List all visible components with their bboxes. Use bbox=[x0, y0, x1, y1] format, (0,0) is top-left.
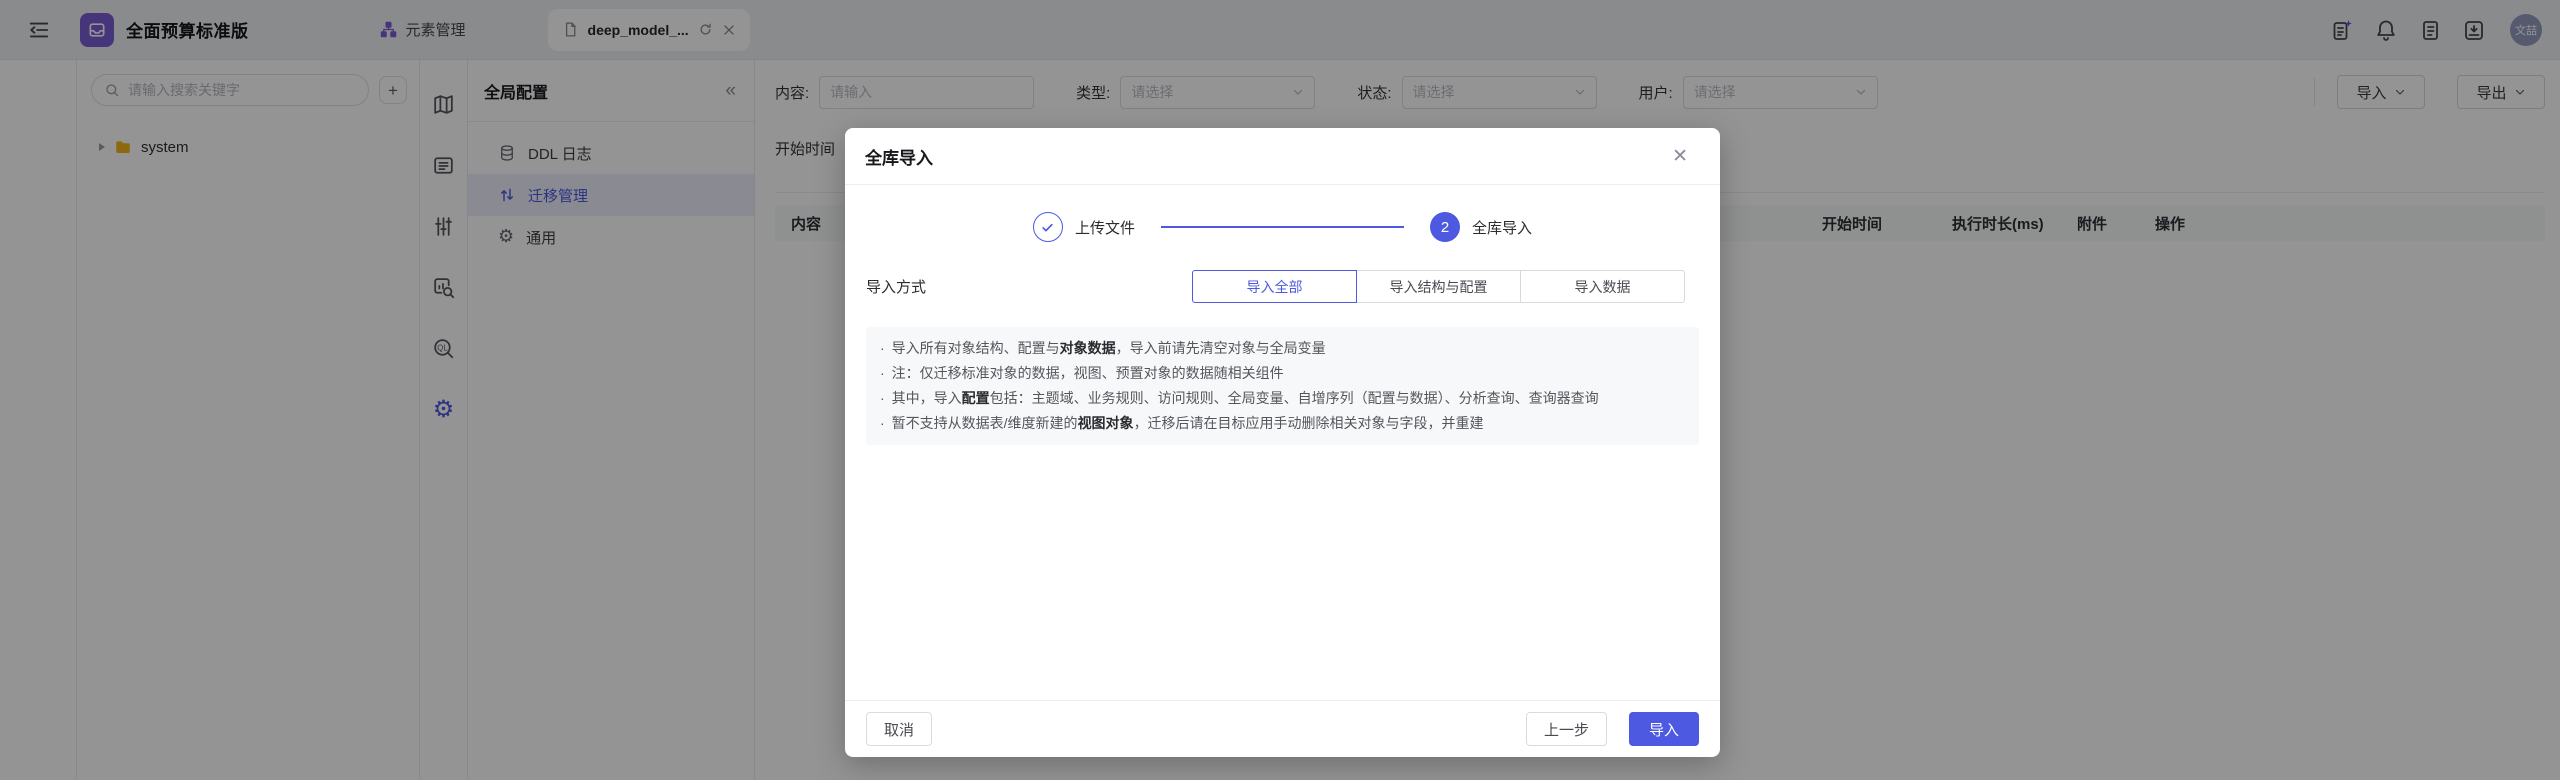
modal-header: 全库导入 ✕ bbox=[845, 128, 1720, 185]
step-connector bbox=[1161, 226, 1404, 228]
note-line: ·注：仅迁移标准对象的数据，视图、预置对象的数据随相关组件 bbox=[880, 361, 1685, 386]
cancel-button[interactable]: 取消 bbox=[866, 712, 932, 746]
import-mode-segmented: 导入全部 导入结构与配置 导入数据 bbox=[1192, 270, 1685, 303]
import-mode-label: 导入方式 bbox=[866, 276, 926, 297]
modal-close-icon[interactable]: ✕ bbox=[1672, 147, 1688, 166]
previous-step-button[interactable]: 上一步 bbox=[1526, 712, 1607, 746]
modal-footer: 取消 上一步 导入 bbox=[845, 700, 1720, 757]
step-1-label: 上传文件 bbox=[1075, 217, 1135, 238]
note-line: ·其中，导入配置包括：主题域、业务规则、访问规则、全局变量、自增序列（配置与数据… bbox=[880, 386, 1685, 411]
steps-indicator: 上传文件 2 全库导入 bbox=[866, 212, 1699, 242]
step-2-circle: 2 bbox=[1430, 212, 1460, 242]
step-1-check-icon bbox=[1033, 212, 1063, 242]
import-mode-row: 导入方式 导入全部 导入结构与配置 导入数据 bbox=[866, 270, 1699, 303]
full-db-import-modal: 全库导入 ✕ 上传文件 2 全库导入 导入方式 导入全部 导入结构与配置 导入数… bbox=[845, 128, 1720, 757]
mode-option-all[interactable]: 导入全部 bbox=[1192, 270, 1357, 303]
app-root: 全面预算标准版 元素管理 deep_model_... bbox=[0, 0, 2560, 780]
mode-option-data[interactable]: 导入数据 bbox=[1520, 270, 1685, 303]
step-2-label: 全库导入 bbox=[1472, 217, 1532, 238]
modal-body: 上传文件 2 全库导入 导入方式 导入全部 导入结构与配置 导入数据 ·导入所有… bbox=[845, 185, 1720, 700]
modal-title: 全库导入 bbox=[865, 144, 933, 169]
note-line: ·导入所有对象结构、配置与对象数据，导入前请先清空对象与全局变量 bbox=[880, 336, 1685, 361]
note-line: ·暂不支持从数据表/维度新建的视图对象，迁移后请在目标应用手动删除相关对象与字段… bbox=[880, 411, 1685, 436]
mode-option-structure-config[interactable]: 导入结构与配置 bbox=[1356, 270, 1521, 303]
confirm-import-button[interactable]: 导入 bbox=[1629, 712, 1699, 746]
modal-notes: ·导入所有对象结构、配置与对象数据，导入前请先清空对象与全局变量·注：仅迁移标准… bbox=[866, 327, 1699, 445]
